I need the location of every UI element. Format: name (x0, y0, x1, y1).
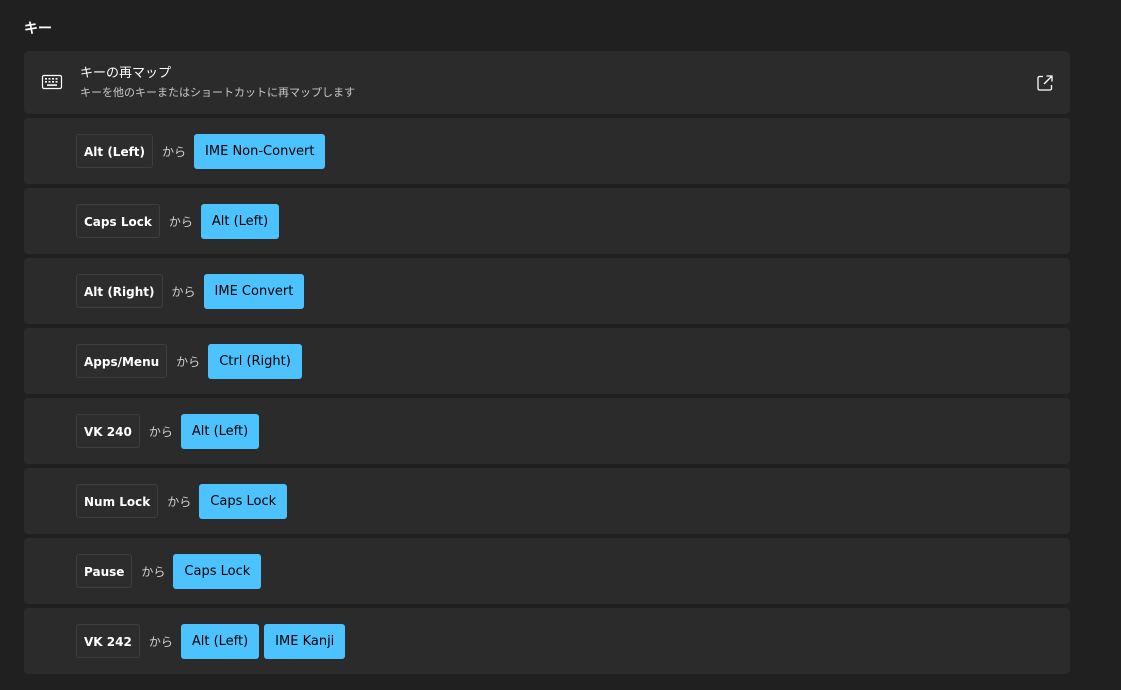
target-key: IME Convert (203, 273, 305, 309)
target-key: Alt (Left) (180, 413, 260, 449)
remap-keys-subtitle: キーを他のキーまたはショートカットに再マップします (80, 86, 355, 99)
target-key: IME Non-Convert (194, 133, 326, 169)
mapping-connector: から (162, 144, 187, 159)
source-key: Pause (76, 554, 133, 588)
mapping-connector: から (148, 424, 173, 439)
source-key: Num Lock (76, 484, 159, 518)
mapping-connector: から (148, 634, 173, 649)
mapping-connector: から (141, 564, 166, 579)
mapping-row: Alt (Left) から IME Non-Convert (24, 118, 1070, 184)
target-key: Alt (Left) (180, 623, 260, 659)
mapping-row: Caps Lock から Alt (Left) (24, 188, 1070, 254)
source-key: VK 242 (76, 624, 140, 658)
mapping-row: VK 242 から Alt (Left) IME Kanji (24, 608, 1070, 674)
target-key: IME Kanji (264, 623, 346, 659)
source-key: VK 240 (76, 414, 140, 448)
target-key: Caps Lock (199, 483, 288, 519)
mapping-connector: から (176, 354, 201, 369)
mapping-row: Num Lock から Caps Lock (24, 468, 1070, 534)
keyboard-icon (41, 74, 63, 90)
target-key: Ctrl (Right) (208, 343, 302, 379)
source-key: Caps Lock (76, 204, 160, 238)
mapping-connector: から (168, 214, 193, 229)
mapping-connector: から (167, 494, 192, 509)
mapping-row: Pause から Caps Lock (24, 538, 1070, 604)
target-key: Alt (Left) (200, 203, 280, 239)
remap-keys-title: キーの再マップ (80, 66, 172, 81)
mapping-list: Alt (Left) から IME Non-Convert Caps Lock … (24, 118, 1070, 678)
source-key: Apps/Menu (76, 344, 168, 378)
keyboard-manager-page: キー キーの再マップ キーを他のキーまたはショートカットに再マップします Alt… (0, 0, 1121, 690)
mapping-row: Apps/Menu から Ctrl (Right) (24, 328, 1070, 394)
remap-keys-card[interactable]: キーの再マップ キーを他のキーまたはショートカットに再マップします (24, 51, 1070, 114)
mapping-connector: から (171, 284, 196, 299)
source-key: Alt (Left) (76, 134, 154, 168)
section-title: キー (24, 21, 52, 37)
open-external-icon[interactable] (1035, 73, 1055, 93)
target-key: Caps Lock (173, 553, 262, 589)
source-key: Alt (Right) (76, 274, 163, 308)
mapping-row: VK 240 から Alt (Left) (24, 398, 1070, 464)
mapping-row: Alt (Right) から IME Convert (24, 258, 1070, 324)
